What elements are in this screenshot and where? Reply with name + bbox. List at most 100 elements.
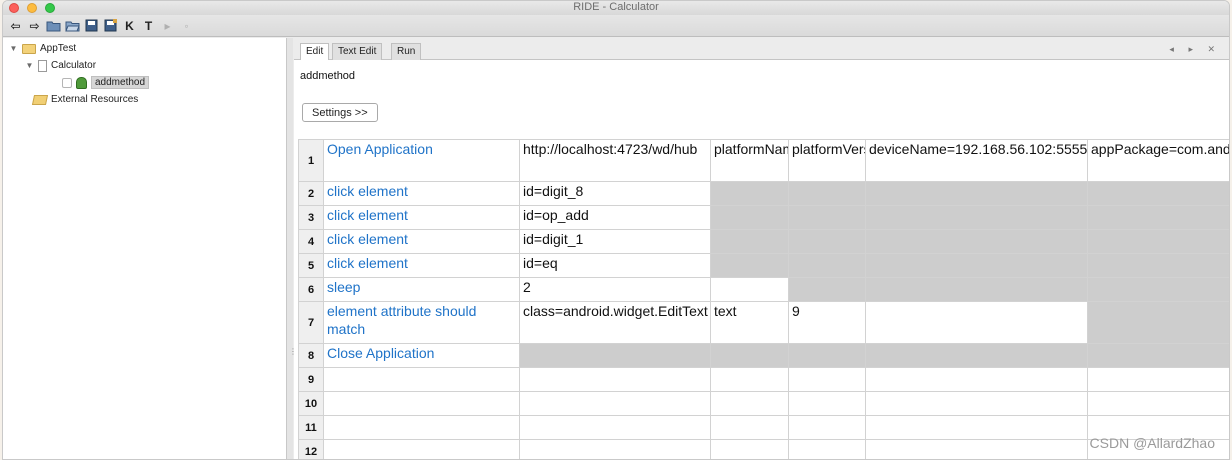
save-all-icon[interactable] — [102, 17, 119, 34]
grid-cell[interactable]: Open Application — [323, 139, 520, 182]
grid-cell[interactable]: 9 — [788, 301, 866, 344]
grid-cell[interactable] — [865, 301, 1088, 344]
grid-cell[interactable]: click element — [323, 181, 520, 206]
grid-cell[interactable]: Close Application — [323, 343, 520, 368]
grid-cell[interactable] — [519, 391, 711, 416]
grid-cell[interactable]: http://localhost:4723/wd/hub — [519, 139, 711, 182]
grid-cell[interactable] — [710, 439, 789, 459]
grid-cell[interactable] — [323, 367, 520, 392]
grid-cell[interactable]: platformVersion= — [788, 139, 866, 182]
grid-cell[interactable] — [519, 439, 711, 459]
tree-item-project[interactable]: ▼ AppTest — [9, 41, 77, 56]
grid-cell[interactable] — [865, 343, 1088, 368]
run-icon[interactable]: ▸ — [159, 17, 176, 34]
expand-arrow-icon[interactable]: ▼ — [9, 44, 18, 53]
stop-icon[interactable]: ◦ — [178, 17, 195, 34]
tree-item-label: External Resources — [51, 94, 139, 105]
grid-cell[interactable] — [710, 343, 789, 368]
expand-arrow-icon[interactable]: ▼ — [25, 61, 34, 70]
save-icon[interactable] — [83, 17, 100, 34]
grid-cell[interactable] — [519, 367, 711, 392]
grid-cell[interactable] — [788, 253, 866, 278]
grid-cell[interactable]: id=digit_8 — [519, 181, 711, 206]
grid-cell[interactable]: platformName=Android — [710, 139, 789, 182]
grid-cell[interactable] — [788, 205, 866, 230]
grid-cell[interactable]: id=eq — [519, 253, 711, 278]
grid-cell[interactable] — [865, 367, 1088, 392]
grid-cell[interactable] — [1087, 367, 1229, 392]
grid-cell[interactable] — [710, 367, 789, 392]
tab-run[interactable]: Run — [391, 43, 422, 60]
grid-cell[interactable]: deviceName=192.168.56.102:5555 — [865, 139, 1088, 182]
grid-cell[interactable] — [710, 391, 789, 416]
tab-text-edit[interactable]: Text Edit — [332, 43, 383, 60]
grid-cell[interactable] — [710, 181, 789, 206]
back-icon[interactable]: ⇦ — [7, 17, 24, 34]
grid-cell[interactable]: id=op_add — [519, 205, 711, 230]
keyword-icon[interactable]: K — [121, 17, 138, 34]
tab-edit[interactable]: Edit — [300, 43, 330, 60]
grid-cell[interactable] — [710, 253, 789, 278]
grid-cell[interactable] — [1087, 205, 1229, 230]
grid-cell[interactable] — [519, 415, 711, 440]
grid-cell[interactable] — [865, 205, 1088, 230]
grid-cell[interactable] — [323, 439, 520, 459]
grid-cell[interactable] — [788, 415, 866, 440]
grid-cell[interactable]: click element — [323, 205, 520, 230]
grid-cell[interactable] — [865, 277, 1088, 302]
checkbox-icon[interactable] — [62, 77, 72, 88]
panel-splitter[interactable] — [287, 38, 293, 459]
grid-cell[interactable]: click element — [323, 253, 520, 278]
grid-cell[interactable] — [788, 367, 866, 392]
grid-cell[interactable] — [1087, 277, 1229, 302]
grid-cell[interactable] — [865, 415, 1088, 440]
grid-cell[interactable]: 2 — [519, 277, 711, 302]
forward-icon[interactable]: ⇨ — [26, 17, 43, 34]
grid-cell[interactable] — [323, 391, 520, 416]
row-number: 2 — [298, 181, 324, 206]
grid-cell[interactable]: class=android.widget.EditText — [519, 301, 711, 344]
grid-cell[interactable]: id=digit_1 — [519, 229, 711, 254]
open-directory-icon[interactable] — [64, 17, 81, 34]
test-case-name: addmethod — [300, 70, 356, 82]
row-number: 12 — [298, 439, 324, 459]
grid-cell[interactable] — [788, 229, 866, 254]
grid-cell[interactable] — [865, 439, 1088, 459]
grid-cell[interactable] — [1087, 343, 1229, 368]
grid-cell[interactable] — [788, 181, 866, 206]
grid-cell[interactable] — [865, 229, 1088, 254]
tree-item-external[interactable]: External Resources — [31, 92, 139, 107]
settings-button[interactable]: Settings >> — [302, 103, 378, 122]
row-number: 5 — [298, 253, 324, 278]
window-title: RIDE - Calculator — [573, 1, 659, 13]
grid-cell[interactable]: text — [710, 301, 789, 344]
grid-cell[interactable] — [865, 253, 1088, 278]
grid-cell[interactable]: sleep — [323, 277, 520, 302]
grid-cell[interactable] — [710, 277, 789, 302]
testcase-icon[interactable]: T — [140, 17, 157, 34]
grid-cell[interactable] — [323, 415, 520, 440]
grid-cell[interactable]: appPackage=com.android.calculator2 — [1087, 139, 1229, 182]
grid-cell[interactable] — [865, 181, 1088, 206]
open-folder-icon[interactable] — [45, 17, 62, 34]
grid-cell[interactable] — [1087, 391, 1229, 416]
grid-cell[interactable] — [788, 391, 866, 416]
grid-cell[interactable] — [1087, 301, 1229, 344]
grid-cell[interactable] — [788, 343, 866, 368]
tab-scroll-controls[interactable]: ◂ ▸ ✕ — [1169, 44, 1221, 55]
grid-cell[interactable] — [1087, 229, 1229, 254]
grid-cell[interactable]: click element — [323, 229, 520, 254]
grid-cell[interactable] — [1087, 181, 1229, 206]
grid-cell[interactable]: element attribute should match — [323, 301, 520, 344]
grid-cell[interactable] — [788, 439, 866, 459]
table-row: 6 sleep 2 — [298, 277, 1229, 302]
grid-cell[interactable] — [1087, 253, 1229, 278]
grid-cell[interactable] — [710, 415, 789, 440]
grid-cell[interactable] — [710, 229, 789, 254]
grid-cell[interactable] — [519, 343, 711, 368]
grid-cell[interactable] — [865, 391, 1088, 416]
tree-item-testcase[interactable]: addmethod — [62, 75, 150, 90]
grid-cell[interactable] — [710, 205, 789, 230]
tree-item-suite[interactable]: ▼ Calculator — [25, 58, 96, 73]
grid-cell[interactable] — [788, 277, 866, 302]
